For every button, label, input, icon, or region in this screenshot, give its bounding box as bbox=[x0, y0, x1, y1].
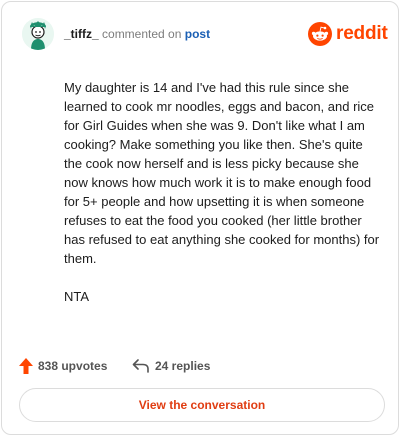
replies-label: 24 replies bbox=[155, 359, 211, 373]
reddit-snoo-icon bbox=[308, 22, 332, 46]
comment-header: _tiffz_ commented on post reddit bbox=[22, 18, 388, 50]
avatar-icon bbox=[22, 18, 54, 50]
upvotes-label: 838 upvotes bbox=[38, 359, 108, 373]
comment-paragraph: NTA bbox=[64, 289, 90, 304]
upvotes-count[interactable]: 838 upvotes bbox=[19, 357, 107, 375]
view-conversation-button[interactable]: View the conversation bbox=[19, 388, 385, 422]
reddit-logo[interactable]: reddit bbox=[308, 22, 388, 46]
user-avatar[interactable] bbox=[22, 18, 54, 50]
commented-on-text: commented on bbox=[102, 27, 182, 41]
comment-body: My daughter is 14 and I've had this rule… bbox=[64, 78, 384, 325]
reply-arrow-icon bbox=[132, 359, 149, 373]
comment-stats: 838 upvotes 24 replies bbox=[19, 357, 319, 375]
reddit-wordmark: reddit bbox=[336, 23, 388, 44]
post-link[interactable]: post bbox=[185, 27, 210, 41]
username-link[interactable]: _tiffz_ bbox=[64, 27, 99, 41]
comment-embed-card: _tiffz_ commented on post reddit My daug… bbox=[1, 1, 399, 435]
replies-count[interactable]: 24 replies bbox=[132, 357, 210, 375]
upvote-arrow-icon bbox=[19, 358, 33, 374]
comment-paragraph: My daughter is 14 and I've had this rule… bbox=[64, 80, 380, 266]
comment-byline: _tiffz_ commented on post bbox=[64, 27, 210, 41]
